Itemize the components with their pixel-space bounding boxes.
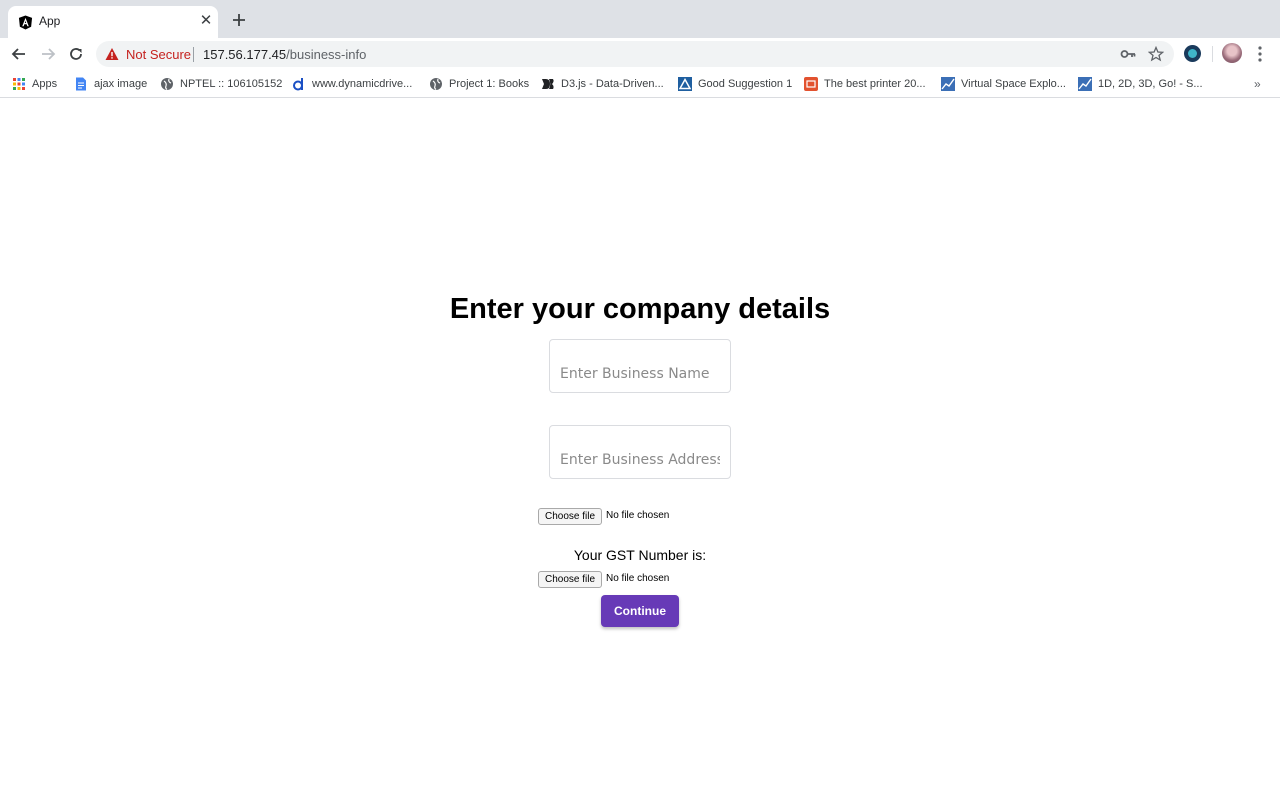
file-status: No file chosen bbox=[606, 573, 670, 584]
apps-grid-icon bbox=[13, 78, 25, 90]
continue-button[interactable]: Continue bbox=[601, 595, 679, 627]
gst-number-label: Your GST Number is: bbox=[573, 547, 707, 563]
bookmark-label: Apps bbox=[32, 78, 58, 90]
bookmarks-bar: Apps ajax image NPTEL :: 106105152 www.d… bbox=[0, 70, 1280, 98]
kebab-menu-icon[interactable] bbox=[1252, 45, 1268, 63]
file-status: No file chosen bbox=[606, 510, 670, 521]
file-upload-1: Choose file No file chosen bbox=[538, 508, 758, 525]
chart-thumb-icon bbox=[941, 77, 955, 91]
security-status[interactable]: Not Secure bbox=[126, 47, 191, 62]
bookmark-label: NPTEL :: 106105152 bbox=[180, 78, 283, 90]
tab-title: App bbox=[39, 14, 61, 28]
url-text[interactable]: 157.56.177.45/business-info bbox=[203, 47, 366, 62]
bookmark-label: Good Suggestion 1 bbox=[698, 78, 793, 90]
bookmark-label: Project 1: Books bbox=[449, 78, 530, 90]
bookmark-star-icon[interactable] bbox=[1148, 46, 1164, 62]
business-address-input[interactable] bbox=[549, 425, 731, 479]
toolbar-divider bbox=[1212, 46, 1213, 62]
reload-icon[interactable] bbox=[66, 44, 86, 64]
bookmark-label: D3.js - Data-Driven... bbox=[561, 78, 664, 90]
bookmark-label: ajax image bbox=[94, 78, 148, 90]
extension-icon[interactable] bbox=[1184, 45, 1201, 62]
globe-icon bbox=[161, 78, 173, 90]
chart-thumb-icon bbox=[1078, 77, 1092, 91]
url-path: /business-info bbox=[286, 47, 367, 62]
globe-icon bbox=[430, 78, 442, 90]
browser-toolbar: Not Secure 157.56.177.45/business-info bbox=[0, 38, 1280, 70]
address-bar[interactable]: Not Secure 157.56.177.45/business-info bbox=[96, 41, 1174, 67]
file-upload-2: Choose file No file chosen bbox=[538, 571, 758, 588]
profile-avatar[interactable] bbox=[1222, 43, 1242, 63]
warning-icon bbox=[105, 48, 119, 60]
bookmarks-overflow-icon[interactable]: » bbox=[1254, 75, 1261, 93]
bookmark-label: www.dynamicdrive... bbox=[312, 78, 413, 90]
bookmark-label: 1D, 2D, 3D, Go! - S... bbox=[1098, 78, 1203, 90]
key-icon[interactable] bbox=[1120, 47, 1136, 61]
url-host: 157.56.177.45 bbox=[203, 47, 287, 62]
d3-icon bbox=[542, 79, 554, 89]
tab-close-icon[interactable]: ✕ bbox=[198, 13, 214, 29]
tab-strip: App ✕ bbox=[0, 0, 1280, 38]
forward-arrow-icon[interactable] bbox=[38, 44, 58, 64]
choose-file-button[interactable]: Choose file bbox=[538, 508, 603, 525]
page-title: Enter your company details bbox=[449, 293, 831, 325]
angular-icon bbox=[18, 15, 33, 30]
business-name-input[interactable] bbox=[549, 339, 731, 393]
back-arrow-icon[interactable] bbox=[9, 44, 29, 64]
omnibox-divider bbox=[193, 47, 194, 62]
docs-icon bbox=[76, 77, 86, 91]
bookmark-label: The best printer 20... bbox=[824, 78, 926, 90]
dynamicdrive-icon bbox=[293, 78, 303, 91]
browser-tab[interactable]: App ✕ bbox=[8, 6, 218, 38]
triangle-logo-icon bbox=[678, 77, 692, 91]
bookmark-label: Virtual Space Explo... bbox=[961, 78, 1066, 90]
printer-site-icon bbox=[804, 77, 818, 91]
new-tab-icon[interactable] bbox=[230, 11, 248, 29]
choose-file-button[interactable]: Choose file bbox=[538, 571, 603, 588]
